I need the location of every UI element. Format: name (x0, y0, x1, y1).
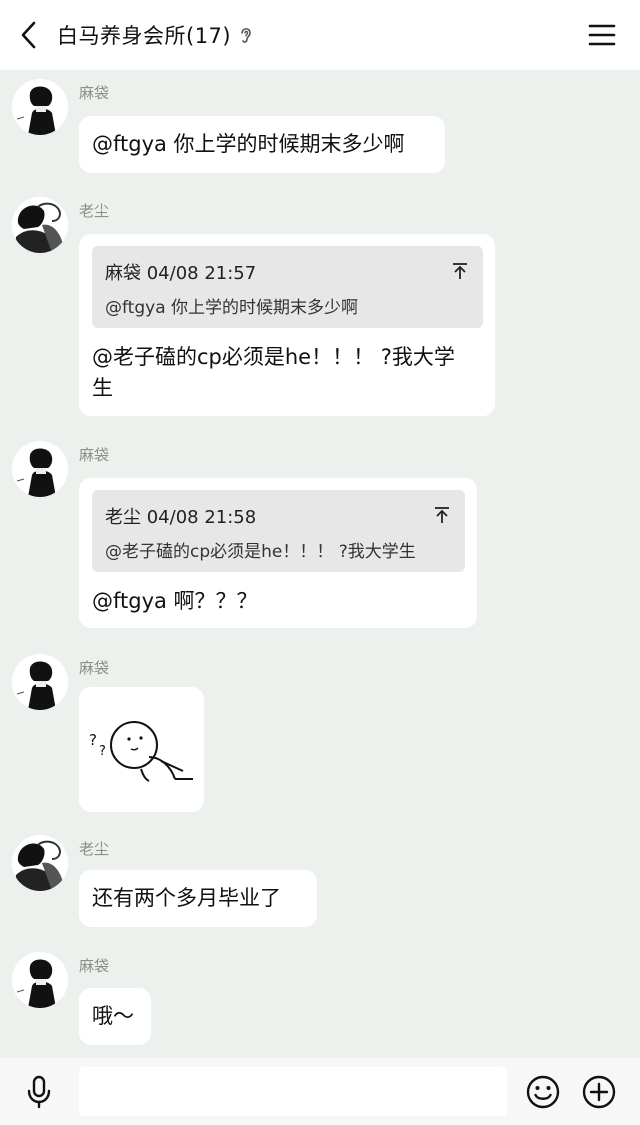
more-button[interactable] (581, 1074, 617, 1110)
avatar-image (12, 952, 68, 1008)
quote-text: @老子磕的cp必须是he！！！ ?我大学生 (105, 542, 416, 562)
avatar-image (12, 441, 68, 497)
message-text: @ftgya 啊？？？ (92, 589, 258, 613)
avatar-image (12, 197, 68, 253)
ear-icon (239, 24, 255, 46)
avatar[interactable] (12, 835, 68, 891)
jump-to-top-icon[interactable] (451, 262, 469, 280)
sender-name: 老尘 (79, 202, 110, 220)
quote-text: @ftgya 你上学的时候期末多少啊 (105, 298, 359, 318)
avatar[interactable] (12, 197, 68, 253)
sender-name: 麻袋 (79, 84, 110, 102)
message-bubble[interactable]: 麻袋 04/08 21:57 @ftgya 你上学的时候期末多少啊 @老子磕的c… (79, 234, 495, 416)
message-text: 哦～ (92, 1004, 134, 1028)
sender-name: 麻袋 (79, 446, 110, 464)
message-bubble[interactable]: 还有两个多月毕业了 (79, 870, 317, 927)
avatar[interactable] (12, 79, 68, 135)
message-text: 还有两个多月毕业了 (92, 886, 281, 910)
confused-stickman-sticker: ? ? (89, 721, 193, 782)
message-input[interactable] (79, 1067, 507, 1116)
jump-to-top-icon[interactable] (433, 506, 451, 524)
sender-name: 麻袋 (79, 957, 110, 975)
message-bubble[interactable]: 老尘 04/08 21:58 @老子磕的cp必须是he！！！ ?我大学生 @ft… (79, 478, 477, 628)
svg-text:?: ? (89, 731, 97, 749)
input-bar (0, 1058, 640, 1125)
group-title[interactable]: 白马养身会所(17) (57, 20, 231, 50)
emoji-button[interactable] (525, 1074, 561, 1110)
microphone-icon (27, 1075, 51, 1109)
message-bubble[interactable]: 哦～ (79, 988, 151, 1045)
message-text-line-1: @老子磕的cp必须是he！！！ ?我大学 (92, 345, 455, 369)
avatar[interactable] (12, 654, 68, 710)
message-list[interactable]: 麻袋 @ftgya 你上学的时候期末多少啊 老尘 麻袋 04/08 21:57 … (0, 70, 640, 1058)
quote-meta: 老尘 04/08 21:58 (105, 507, 257, 528)
avatar-image (12, 79, 68, 135)
sender-name: 老尘 (79, 840, 110, 858)
avatar-image (12, 835, 68, 891)
voice-button[interactable] (22, 1075, 56, 1109)
chat-header: 白马养身会所(17) (0, 0, 640, 70)
hamburger-menu-icon (588, 24, 616, 46)
sticker-bubble[interactable]: ? ? (79, 687, 204, 812)
avatar[interactable] (12, 441, 68, 497)
message-text: @ftgya 你上学的时候期末多少啊 (92, 132, 405, 156)
back-button[interactable] (14, 18, 44, 52)
svg-text:?: ? (99, 744, 106, 759)
message-bubble[interactable]: @ftgya 你上学的时候期末多少啊 (79, 116, 445, 173)
avatar-image (12, 654, 68, 710)
avatar[interactable] (12, 952, 68, 1008)
quoted-message[interactable]: 老尘 04/08 21:58 @老子磕的cp必须是he！！！ ?我大学生 (92, 490, 465, 572)
smiley-icon (526, 1075, 560, 1109)
quote-meta: 麻袋 04/08 21:57 (105, 263, 257, 284)
message-text-line-2: 生 (92, 376, 113, 400)
menu-button[interactable] (588, 22, 616, 48)
chevron-left-icon (21, 21, 36, 49)
plus-circle-icon (582, 1075, 616, 1109)
quoted-message[interactable]: 麻袋 04/08 21:57 @ftgya 你上学的时候期末多少啊 (92, 246, 483, 328)
sender-name: 麻袋 (79, 659, 110, 677)
title-wrap: 白马养身会所(17) (57, 0, 255, 70)
